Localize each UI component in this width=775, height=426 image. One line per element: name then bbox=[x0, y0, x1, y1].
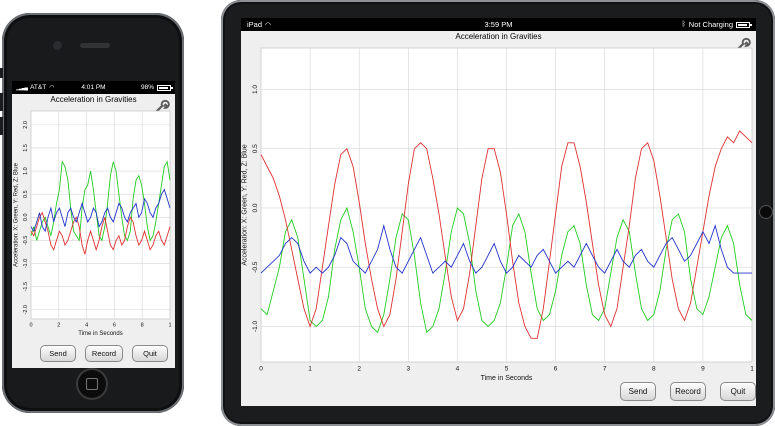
y-tick-label: -0.5 bbox=[252, 261, 259, 273]
x-tick-label: 8 bbox=[652, 366, 656, 373]
y-tick-label: -1.5 bbox=[23, 282, 29, 291]
quit-button[interactable]: Quit bbox=[132, 345, 168, 362]
x-tick-label: 2 bbox=[57, 323, 60, 329]
mute-switch bbox=[0, 68, 3, 78]
send-button[interactable]: Send bbox=[620, 382, 656, 401]
x-tick-label: 6 bbox=[113, 323, 116, 329]
tablet-status-bar: iPad ◠ 3:59 PM ᛒ Not Charging bbox=[241, 18, 756, 31]
x-tick-label: 2 bbox=[357, 366, 361, 373]
front-camera bbox=[53, 41, 62, 50]
x-tick-label: 3 bbox=[406, 366, 410, 373]
device-label: iPad bbox=[247, 20, 263, 29]
send-button[interactable]: Send bbox=[40, 345, 76, 362]
x-tick-label: 0 bbox=[29, 323, 32, 329]
y-tick-label: -2.0 bbox=[23, 305, 29, 314]
battery-icon bbox=[157, 84, 173, 91]
x-axis-label: Time in Seconds bbox=[481, 375, 533, 382]
x-tick-label: 4 bbox=[85, 323, 88, 329]
acceleration-chart: 0 1 2 3 4 5 6 7 8 9 1 1.0 0.5 0.0 -0.5 -1.0 Time in Seco… bbox=[242, 47, 754, 382]
phone-screen: ▁▂▃▄ AT&T ◠ 4:01 PM 98% Acceleration in … bbox=[12, 81, 175, 368]
status-time: 3:59 PM bbox=[484, 20, 513, 29]
x-tick-label: 7 bbox=[603, 366, 607, 373]
battery-percent: 98% bbox=[140, 84, 154, 91]
ipad-device: iPad ◠ 3:59 PM ᛒ Not Charging Accelerati… bbox=[221, 0, 775, 426]
y-tick-label: 0.0 bbox=[23, 213, 29, 221]
status-time: 4:01 PM bbox=[81, 84, 106, 91]
tablet-screen: iPad ◠ 3:59 PM ᛒ Not Charging Accelerati… bbox=[241, 18, 756, 406]
y-tick-label: -1.0 bbox=[23, 259, 29, 268]
x-tick-label: 9 bbox=[701, 366, 705, 373]
chart-title: Acceleration in Gravities bbox=[455, 32, 542, 41]
x-tick-label: 6 bbox=[554, 366, 558, 373]
quit-button[interactable]: Quit bbox=[720, 382, 756, 401]
y-tick-label: 2.0 bbox=[23, 121, 29, 129]
wifi-icon: ◠ bbox=[265, 21, 272, 29]
iphone-device: ▁▂▃▄ AT&T ◠ 4:01 PM 98% Acceleration in … bbox=[0, 13, 184, 413]
wifi-icon: ◠ bbox=[49, 85, 55, 91]
y-tick-label: 0.0 bbox=[252, 203, 259, 212]
y-tick-label: 1.0 bbox=[23, 167, 29, 175]
y-tick-label: 1.5 bbox=[23, 144, 29, 152]
charging-status: Not Charging bbox=[688, 20, 733, 29]
y-tick-label: 0.5 bbox=[252, 144, 259, 153]
x-tick-label: 8 bbox=[141, 323, 144, 329]
x-tick-label: 1 bbox=[750, 366, 754, 373]
battery-icon bbox=[736, 21, 752, 28]
volume-down-button bbox=[0, 117, 3, 135]
y-tick-label: -0.5 bbox=[23, 236, 29, 245]
acceleration-chart: 0 2 4 6 8 1 2.0 1.5 1.0 0.5 0.0 -0.5 -1.0 -1.5 -2.0 Tim… bbox=[14, 110, 172, 337]
signal-icon: ▁▂▃▄ bbox=[16, 84, 28, 91]
home-button[interactable] bbox=[76, 368, 108, 400]
y-axis-label: Acceleration: X: Green, Y: Red, Z: Blue bbox=[14, 162, 20, 267]
carrier-label: AT&T bbox=[30, 84, 47, 91]
x-tick-label: 0 bbox=[259, 366, 263, 373]
chart-title: Acceleration in Gravities bbox=[50, 95, 137, 104]
earpiece-speaker bbox=[80, 43, 110, 48]
x-tick-label: 5 bbox=[505, 366, 509, 373]
y-tick-label: 1.0 bbox=[252, 85, 259, 94]
volume-up-button bbox=[0, 93, 3, 111]
x-tick-label: 1 bbox=[168, 323, 171, 329]
record-button[interactable]: Record bbox=[670, 382, 706, 401]
y-axis-label: Acceleration: X: Green, Y: Red, Z: Blue bbox=[242, 144, 249, 265]
x-axis-label: Time in Seconds bbox=[78, 331, 122, 337]
y-tick-label: 0.5 bbox=[23, 190, 29, 198]
phone-status-bar: ▁▂▃▄ AT&T ◠ 4:01 PM 98% bbox=[12, 81, 175, 94]
y-tick-label: -1.0 bbox=[252, 320, 259, 332]
home-button[interactable] bbox=[759, 205, 773, 219]
x-tick-label: 1 bbox=[308, 366, 312, 373]
x-tick-label: 4 bbox=[456, 366, 460, 373]
record-button[interactable]: Record bbox=[85, 345, 123, 362]
bluetooth-icon: ᛒ bbox=[681, 21, 686, 28]
